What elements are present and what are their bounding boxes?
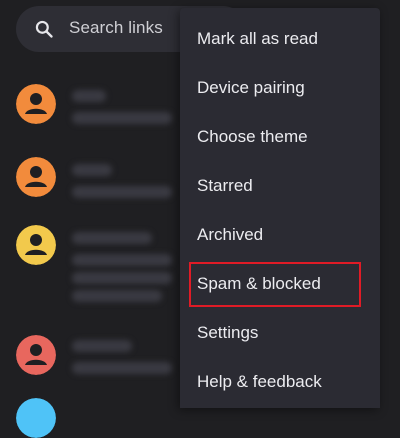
menu-item-starred[interactable]: Starred [180, 163, 380, 209]
search-input[interactable]: Search links [69, 18, 163, 38]
avatar[interactable] [16, 84, 56, 124]
list-item-preview [72, 272, 172, 284]
menu-item-choose-theme[interactable]: Choose theme [180, 114, 380, 160]
list-item-preview [72, 254, 172, 266]
menu-item-settings[interactable]: Settings [180, 310, 380, 356]
list-item-title [72, 232, 152, 244]
list-item-title [72, 90, 106, 102]
overflow-menu: Mark all as read Device pairing Choose t… [180, 8, 380, 408]
menu-item-device-pairing[interactable]: Device pairing [180, 65, 380, 111]
avatar[interactable] [16, 335, 56, 375]
list-item-preview [72, 186, 172, 198]
avatar[interactable] [16, 398, 56, 438]
highlight-box [189, 262, 361, 307]
person-icon [16, 335, 56, 375]
person-icon [16, 225, 56, 265]
list-item-preview [72, 290, 162, 302]
list-item-title [72, 164, 112, 176]
person-icon [16, 398, 56, 438]
person-icon [16, 157, 56, 197]
menu-item-mark-all-read[interactable]: Mark all as read [180, 16, 380, 62]
search-icon [35, 20, 53, 38]
list-item-title [72, 340, 132, 352]
menu-item-archived[interactable]: Archived [180, 212, 380, 258]
avatar[interactable] [16, 225, 56, 265]
list-item-preview [72, 112, 172, 124]
avatar[interactable] [16, 157, 56, 197]
menu-item-help-feedback[interactable]: Help & feedback [180, 359, 380, 405]
list-item-preview [72, 362, 172, 374]
person-icon [16, 84, 56, 124]
